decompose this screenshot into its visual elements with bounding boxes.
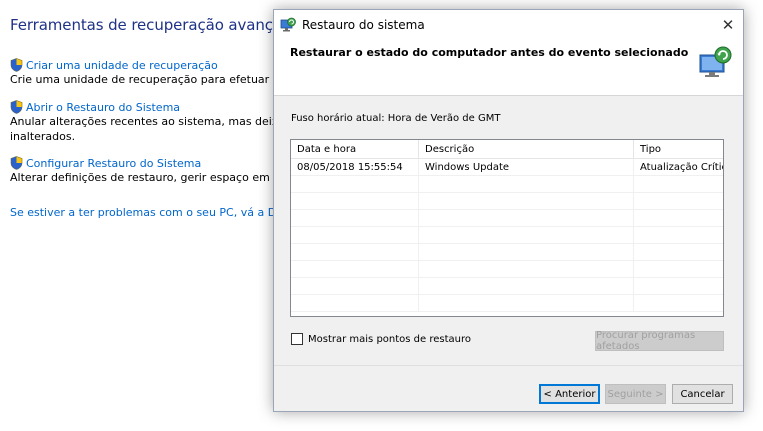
system-restore-large-icon [699, 46, 732, 77]
list-header: ﹀ Data e hora Descrição Tipo [291, 140, 723, 159]
column-label: Tipo [640, 143, 662, 155]
list-rows: 08/05/2018 15:55:54 Windows Update Atual… [291, 159, 723, 312]
column-header-date[interactable]: ﹀ Data e hora [291, 140, 419, 158]
shield-icon [10, 100, 23, 114]
empty-row [291, 261, 723, 278]
sort-arrow-icon: ﹀ [353, 139, 361, 146]
empty-row [291, 210, 723, 227]
show-more-restore-points[interactable]: Mostrar mais pontos de restauro [291, 333, 471, 345]
empty-row [291, 193, 723, 210]
shield-icon [10, 156, 23, 170]
link-label: Criar uma unidade de recuperação [26, 58, 218, 72]
show-more-label: Mostrar mais pontos de restauro [308, 333, 472, 345]
empty-row [291, 176, 723, 193]
empty-row [291, 278, 723, 295]
column-label: Descrição [425, 143, 475, 155]
cell-type: Atualização Crítica [640, 161, 723, 173]
system-restore-dialog: Restauro do sistema ✕ Restaurar o estado… [273, 9, 744, 412]
link-label: Abrir o Restauro do Sistema [26, 100, 181, 114]
scan-affected-programs-button[interactable]: Procurar programas afetados [595, 330, 724, 352]
table-row[interactable]: 08/05/2018 15:55:54 Windows Update Atual… [291, 159, 723, 176]
dialog-title: Restauro do sistema [302, 18, 425, 32]
close-button[interactable]: ✕ [713, 10, 743, 40]
page-title: Ferramentas de recuperação avançadas [10, 16, 309, 34]
cell-description: Windows Update [419, 159, 634, 175]
empty-row [291, 244, 723, 261]
empty-row [291, 227, 723, 244]
column-label: Data e hora [297, 143, 357, 155]
dialog-header: Restaurar o estado do computador antes d… [274, 40, 743, 96]
footer-divider [274, 365, 743, 366]
system-restore-icon [280, 17, 296, 32]
recovery-drive-item: Criar uma unidade de recuperação Crie um… [10, 58, 316, 87]
create-recovery-drive-link[interactable]: Criar uma unidade de recuperação [10, 58, 316, 72]
restore-points-list[interactable]: ﹀ Data e hora Descrição Tipo 08/05/2018 … [290, 139, 724, 317]
empty-row [291, 295, 723, 312]
item-description: Crie uma unidade de recuperação para efe… [10, 73, 317, 86]
timezone-label: Fuso horário atual: Hora de Verão de GMT [291, 113, 501, 124]
cell-date: 08/05/2018 15:55:54 [291, 159, 419, 175]
column-header-type[interactable]: Tipo [634, 140, 723, 158]
shield-icon [10, 58, 23, 72]
link-label: Configurar Restauro do Sistema [26, 156, 202, 170]
column-header-description[interactable]: Descrição [419, 140, 634, 158]
cancel-button[interactable]: Cancelar [672, 384, 733, 404]
dialog-heading: Restaurar o estado do computador antes d… [290, 46, 689, 59]
show-more-checkbox[interactable] [291, 333, 303, 345]
dialog-titlebar[interactable]: Restauro do sistema ✕ [274, 10, 743, 40]
next-button[interactable]: Seguinte > [605, 384, 666, 404]
back-button[interactable]: < Anterior [539, 384, 600, 404]
